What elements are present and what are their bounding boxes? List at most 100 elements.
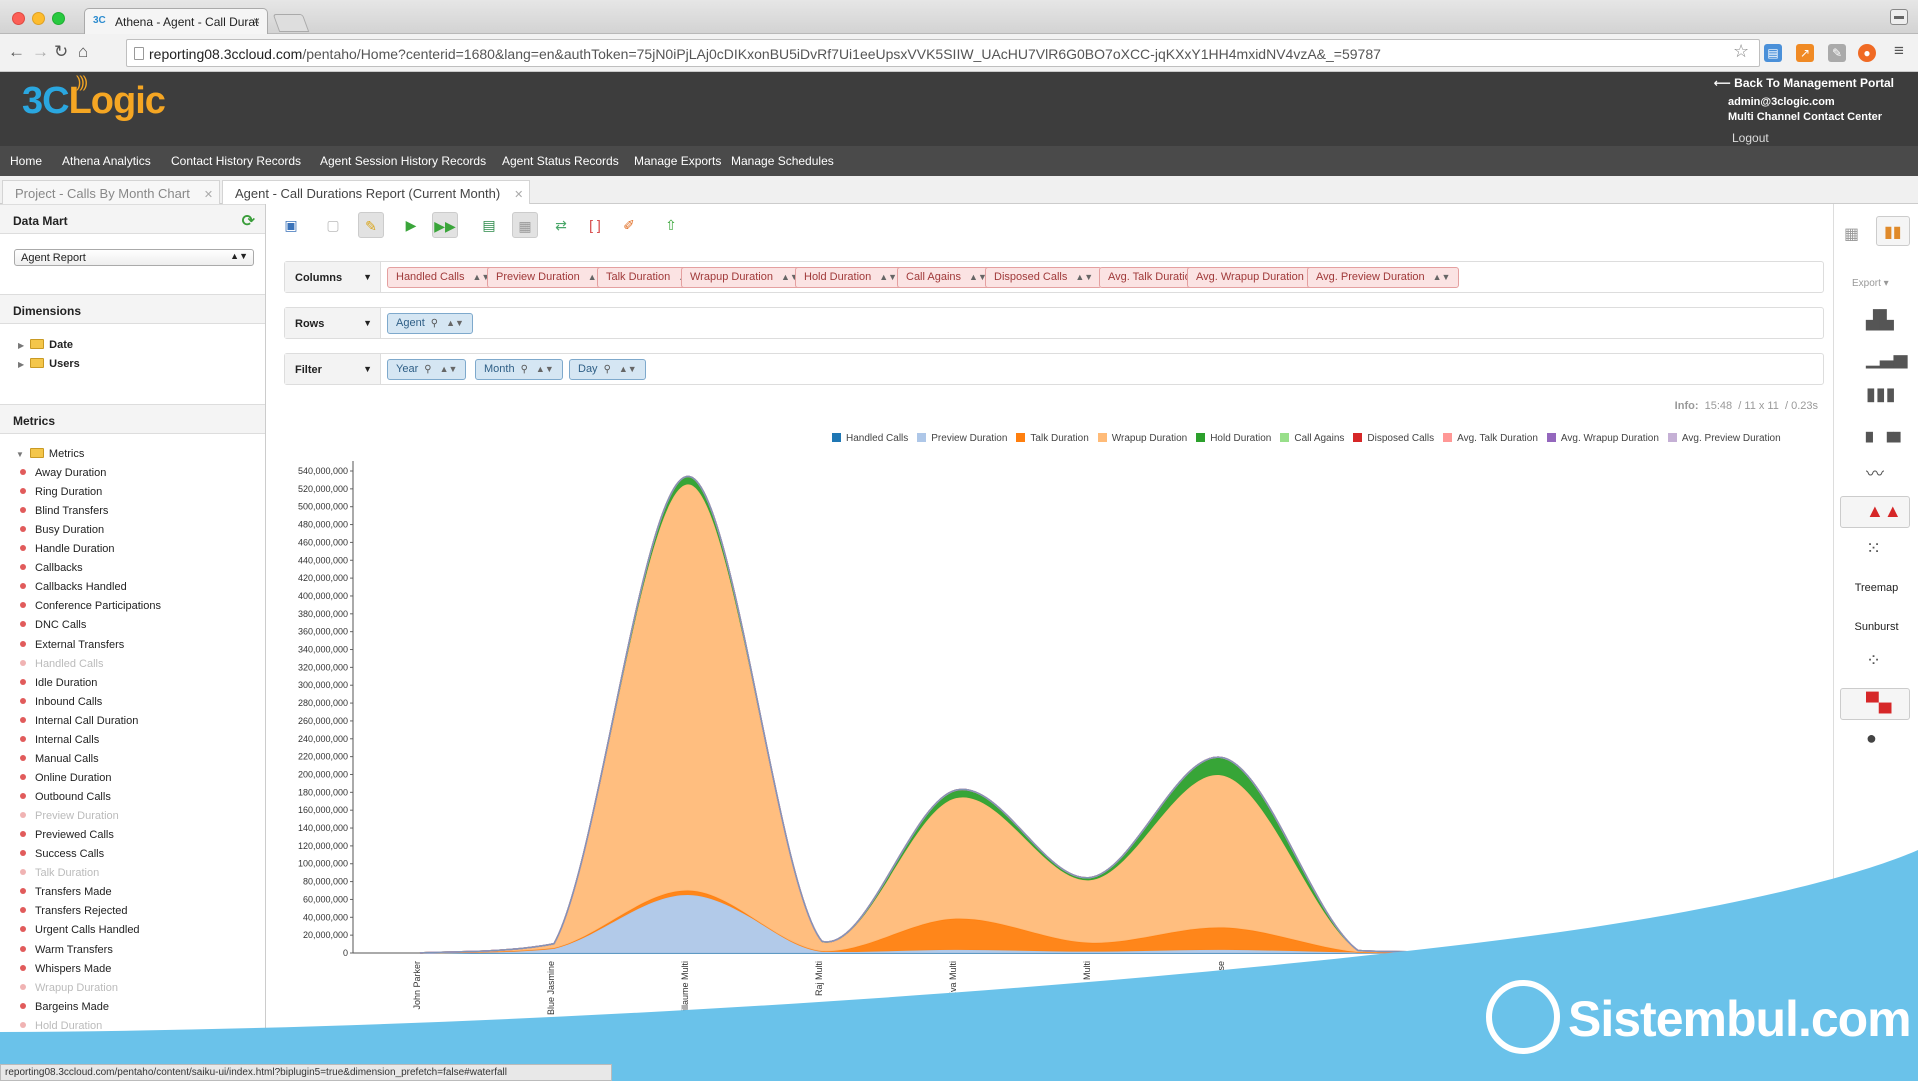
search-icon[interactable]: ⚲ [431, 318, 438, 329]
metric-item[interactable]: Call Agains [20, 1039, 90, 1051]
metric-item[interactable]: Internal Calls [20, 734, 99, 746]
metric-item[interactable]: Outbound Calls [20, 791, 111, 803]
metric-item[interactable]: Bargeins Made [20, 1001, 109, 1013]
datamart-select[interactable]: Agent Report ▲▼ [14, 249, 254, 266]
logout-link[interactable]: Logout [1732, 131, 1769, 145]
pie-icon[interactable]: ● [1866, 728, 1877, 749]
new-query-icon[interactable]: ▢ [320, 212, 346, 238]
legend-item[interactable]: Avg. Talk Duration [1443, 433, 1538, 444]
scatter-icon[interactable]: ⁘ [1866, 650, 1881, 671]
metric-item[interactable]: Handle Duration [20, 543, 115, 555]
non-empty-icon[interactable]: [ ] [582, 212, 608, 238]
metric-item[interactable]: Idle Duration [20, 677, 97, 689]
filter-chip-day[interactable]: Day ⚲ ▲▼ [569, 359, 646, 380]
menu-manage-exports[interactable]: Manage Exports [634, 154, 721, 168]
column-chip[interactable]: Preview Duration▲▼ [487, 267, 615, 288]
metric-item[interactable]: Urgent Calls Handled [20, 924, 140, 936]
profile-icon[interactable]: ▬ [1890, 9, 1908, 25]
column-chip[interactable]: Handled Calls ▲▼ [387, 267, 500, 288]
heatgrid-icon[interactable]: ⁙ [1866, 538, 1881, 559]
metric-item[interactable]: External Transfers [20, 639, 124, 651]
metric-item[interactable]: Warm Transfers [20, 944, 113, 956]
caret-down-icon[interactable]: ▼ [363, 364, 372, 374]
row-chip-agent[interactable]: Agent ⚲ ▲▼ [387, 313, 473, 334]
new-tab-button[interactable] [272, 14, 310, 32]
close-window-button[interactable] [12, 12, 25, 25]
hide-parents-icon[interactable]: ▦ [512, 212, 538, 238]
dimension-users[interactable]: ▶ Users [18, 358, 80, 370]
menu-icon[interactable]: ≡ [1894, 42, 1904, 60]
metric-item[interactable]: Previewed Calls [20, 829, 114, 841]
metric-item[interactable]: Conference Participations [20, 600, 161, 612]
address-bar[interactable]: reporting08.3ccloud.com/pentaho/Home?cen… [126, 39, 1760, 67]
legend-item[interactable]: Hold Duration [1196, 433, 1271, 444]
tools-extension-icon[interactable]: ✎ [1828, 44, 1846, 62]
automatic-execution-icon[interactable]: ▶▶ [432, 212, 458, 238]
metric-item[interactable]: Preview Duration [20, 810, 119, 822]
analytics-extension-icon[interactable]: ↗ [1796, 44, 1814, 62]
search-icon[interactable]: ⚲ [521, 364, 528, 375]
metric-item[interactable]: Online Duration [20, 772, 111, 784]
search-icon[interactable]: ⚲ [604, 364, 611, 375]
save-icon[interactable]: ▣ [278, 212, 304, 238]
line-chart-icon[interactable]: 〰 [1866, 460, 1884, 486]
refresh-icon[interactable]: ⟳ [242, 211, 255, 231]
export-upload-icon[interactable]: ⇧ [658, 212, 684, 238]
legend-item[interactable]: Talk Duration [1016, 433, 1089, 444]
dimension-date[interactable]: ▶ Date [18, 339, 73, 351]
menu-agent-status-records[interactable]: Agent Status Records [502, 154, 619, 168]
toggle-fields-icon[interactable]: ▤ [476, 212, 502, 238]
expand-icon[interactable]: ▶ [18, 341, 24, 350]
sort-icon[interactable]: ▲▼ [1075, 272, 1093, 282]
sort-icon[interactable]: ▲▼ [879, 272, 897, 282]
area-series-3[interactable] [420, 484, 1742, 953]
metric-item[interactable]: Hold Duration [20, 1020, 102, 1032]
metric-item[interactable]: Busy Duration [20, 524, 104, 536]
metric-item[interactable]: Transfers Made [20, 886, 112, 898]
metric-item[interactable]: Blind Transfers [20, 505, 108, 517]
filter-chip-year[interactable]: Year ⚲ ▲▼ [387, 359, 467, 380]
maximize-window-button[interactable] [52, 12, 65, 25]
edit-pencil-icon[interactable]: ✎ [358, 212, 384, 238]
filter-chip-month[interactable]: Month ⚲ ▲▼ [475, 359, 563, 380]
metric-item[interactable]: Callbacks Handled [20, 581, 127, 593]
close-tab-icon[interactable]: × [253, 14, 260, 28]
sunburst-option[interactable]: Sunburst [1834, 621, 1918, 633]
columns-label[interactable]: Columns ▼ [285, 262, 381, 292]
caret-down-icon[interactable]: ▼ [363, 318, 372, 328]
extension-icon[interactable]: ▤ [1764, 44, 1782, 62]
back-to-portal-link[interactable]: ⟵ Back To Management Portal [1714, 76, 1894, 90]
sort-icon[interactable]: ▲▼ [446, 318, 464, 328]
bookmark-star-icon[interactable]: ☆ [1733, 41, 1749, 62]
rows-label[interactable]: Rows ▼ [285, 308, 381, 338]
metric-item[interactable]: Handled Calls [20, 658, 103, 670]
100-percent-bar-icon[interactable]: ▮▮▮ [1866, 384, 1896, 405]
metric-item[interactable]: Manual Calls [20, 753, 99, 765]
menu-manage-schedules[interactable]: Manage Schedules [731, 154, 834, 168]
forward-icon[interactable]: → [32, 43, 49, 61]
tab-agent-call-durations[interactable]: Agent - Call Durations Report (Current M… [222, 180, 530, 204]
minimize-window-button[interactable] [32, 12, 45, 25]
table-view-icon[interactable]: ▦ [1844, 224, 1859, 244]
legend-item[interactable]: Handled Calls [832, 433, 908, 444]
metric-item[interactable]: Transfers Rejected [20, 905, 128, 917]
metric-item[interactable]: DNC Calls [20, 619, 86, 631]
metric-item[interactable]: Away Duration [20, 467, 106, 479]
bar-chart-icon[interactable]: ▟▙ [1866, 310, 1894, 331]
expand-icon[interactable]: ▶ [18, 360, 24, 369]
legend-item[interactable]: Avg. Preview Duration [1667, 433, 1781, 444]
collapse-icon[interactable]: ▼ [16, 450, 24, 459]
column-chip[interactable]: Call Agains ▲▼ [897, 267, 996, 288]
swap-axis-icon[interactable]: ⇄ [548, 212, 574, 238]
sort-icon[interactable]: ▲▼ [619, 364, 637, 374]
multiple-bar-icon[interactable]: ▖▗▖ [1866, 422, 1908, 443]
notification-extension-icon[interactable]: ● [1858, 44, 1876, 62]
treemap-option[interactable]: Treemap [1834, 582, 1918, 594]
caret-down-icon[interactable]: ▼ [363, 272, 372, 282]
browser-tab[interactable]: 3C Athena - Agent - Call Durat × [84, 8, 268, 34]
column-chip[interactable]: Avg. Preview Duration ▲▼ [1307, 267, 1460, 288]
legend-item[interactable]: Avg. Wrapup Duration [1546, 433, 1659, 444]
sort-icon[interactable]: ▲▼ [1433, 272, 1451, 282]
back-icon[interactable]: ← [8, 43, 25, 61]
legend-item[interactable]: Preview Duration [917, 433, 1007, 444]
